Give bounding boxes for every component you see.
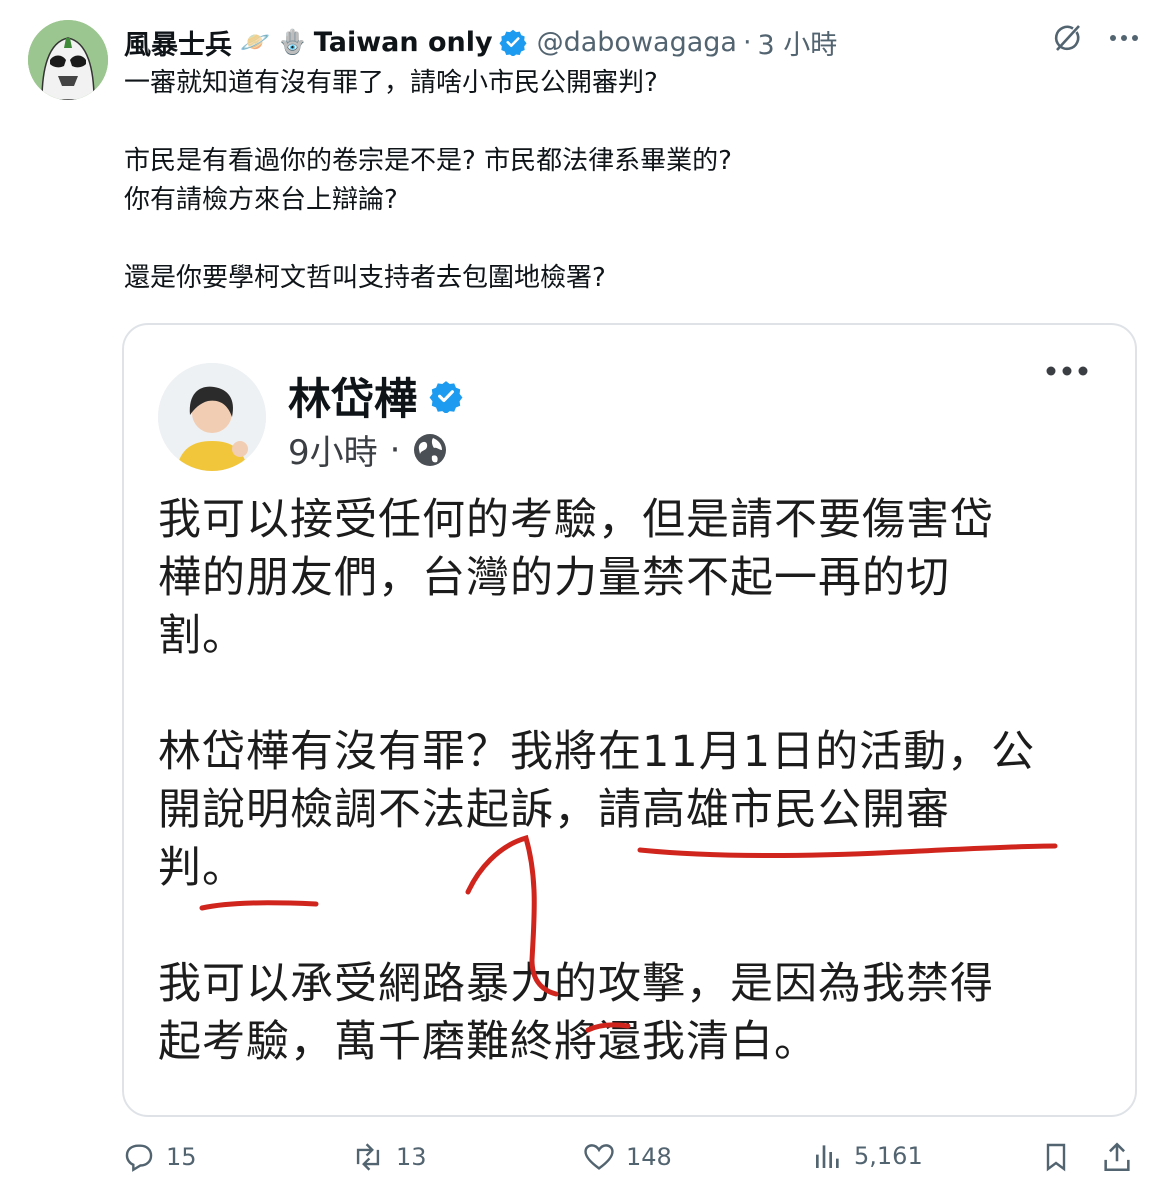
- like-icon: [582, 1140, 616, 1174]
- like-button[interactable]: 148: [582, 1140, 672, 1174]
- verified-badge-icon: [429, 379, 463, 413]
- reply-icon: [122, 1140, 156, 1174]
- quoted-separator: ·: [389, 429, 401, 470]
- verified-badge-icon: [499, 28, 527, 56]
- views-button[interactable]: 5,161: [812, 1140, 923, 1172]
- more-icon[interactable]: [1109, 33, 1139, 43]
- quoted-line: 我可以承受網路暴力的攻擊，是因為我禁得: [158, 959, 994, 1009]
- views-icon: [812, 1140, 844, 1172]
- more-icon: [1045, 365, 1089, 377]
- quoted-line: 樺的朋友們，台灣的力量禁不起一再的切: [158, 553, 950, 603]
- quoted-text: 我可以接受任何的考驗，但是請不要傷害岱 樺的朋友們，台灣的力量禁不起一再的切 割…: [158, 491, 1118, 1071]
- action-bar: 15 13 148 5,161: [0, 1140, 1167, 1180]
- quoted-line: 起考驗，萬千磨難終將還我清白。: [158, 1017, 818, 1067]
- like-count: 148: [626, 1143, 672, 1171]
- bookmark-button[interactable]: [1040, 1140, 1072, 1174]
- repost-button[interactable]: 13: [350, 1140, 427, 1174]
- repost-icon: [350, 1140, 386, 1174]
- grok-icon[interactable]: [1051, 22, 1083, 54]
- header-separator: ·: [742, 26, 752, 58]
- post-text: 一審就知道有沒有罪了，請啥小市民公開審判? 市民是有看過你的卷宗是不是? 市民都…: [124, 64, 1124, 298]
- post-line: 你有請檢方來台上辯論?: [124, 185, 398, 215]
- repost-count: 13: [396, 1143, 427, 1171]
- post-time[interactable]: 3 小時: [758, 23, 838, 62]
- quoted-time: 9小時: [288, 433, 378, 473]
- reply-count: 15: [166, 1143, 197, 1171]
- quoted-line: 林岱樺有沒有罪？我將在11月1日的活動，公: [158, 727, 1036, 777]
- globe-icon: [412, 432, 448, 468]
- post-header: 風暴士兵 🪐 🪬 Taiwan only @dabowagaga · 3 小時: [124, 22, 1024, 62]
- quoted-line: 割。: [158, 611, 246, 661]
- hamsa-hand-emoji: 🪬: [277, 28, 308, 56]
- post-top-icons: [1051, 22, 1139, 54]
- quoted-author-name: 林岱樺: [288, 375, 417, 425]
- views-count: 5,161: [854, 1142, 923, 1170]
- share-icon: [1100, 1140, 1134, 1174]
- quoted-author: 林岱樺: [288, 365, 463, 427]
- quoted-meta: 9小時 ·: [288, 425, 448, 474]
- post-line: 市民是有看過你的卷宗是不是? 市民都法律系畢業的?: [124, 146, 732, 176]
- author-name[interactable]: 風暴士兵: [124, 23, 232, 62]
- quoted-line: 判。: [158, 843, 246, 893]
- author-handle[interactable]: @dabowagaga: [537, 27, 737, 58]
- share-button[interactable]: [1100, 1140, 1134, 1174]
- reply-button[interactable]: 15: [122, 1140, 197, 1174]
- quoted-post-card[interactable]: 林岱樺 9小時 · 我可以接受任何的考驗，但是請不要傷害岱 樺的朋友們，台灣的力…: [122, 323, 1137, 1117]
- author-avatar[interactable]: [28, 20, 108, 100]
- quoted-author-avatar: [158, 363, 266, 471]
- quoted-line: 開說明檢調不法起訴，請高雄市民公開審: [158, 785, 950, 835]
- bookmark-icon: [1040, 1140, 1072, 1174]
- quoted-line: 我可以接受任何的考驗，但是請不要傷害岱: [158, 495, 994, 545]
- author-tag[interactable]: Taiwan only: [314, 27, 493, 58]
- post-line: 一審就知道有沒有罪了，請啥小市民公開審判?: [124, 68, 658, 98]
- ring-planet-emoji: 🪐: [240, 28, 270, 56]
- post-line: 還是你要學柯文哲叫支持者去包圍地檢署?: [124, 263, 606, 293]
